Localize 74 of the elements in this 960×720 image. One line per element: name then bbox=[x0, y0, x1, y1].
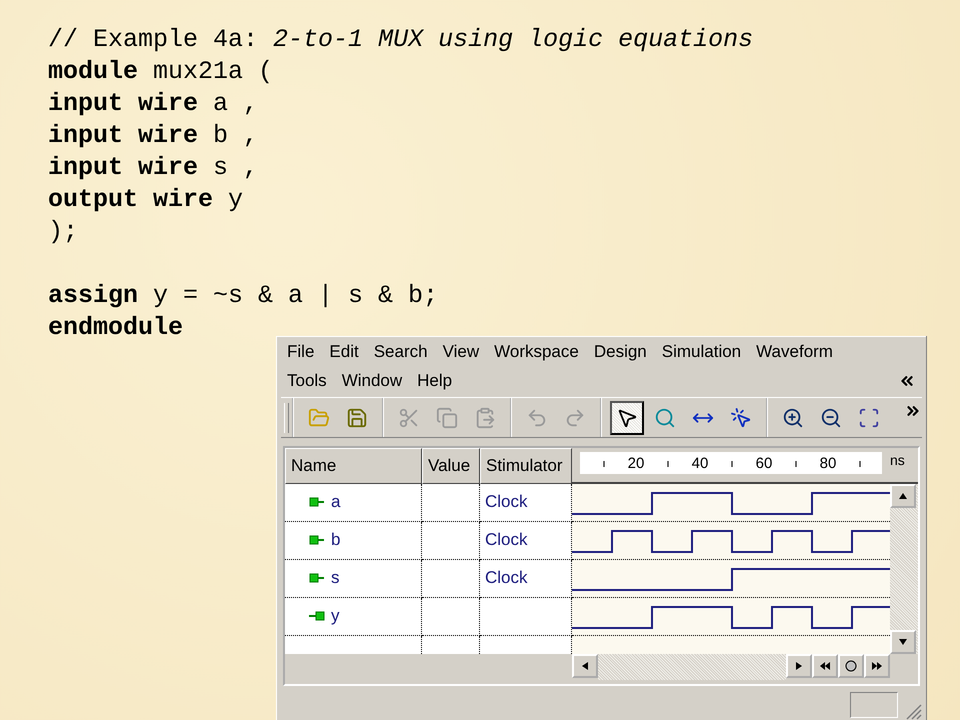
scroll-left-button[interactable] bbox=[572, 654, 598, 678]
tick-label: 20 bbox=[628, 454, 644, 472]
tick-label: 60 bbox=[756, 454, 772, 472]
pointer-icon bbox=[616, 406, 638, 429]
code-line: output wire y bbox=[48, 184, 244, 216]
scroll-down-button[interactable] bbox=[890, 630, 916, 654]
code-line: // Example 4a: 2-to-1 MUX using logic equations bbox=[48, 24, 754, 56]
status-field bbox=[850, 692, 898, 718]
down-arrow-icon bbox=[898, 636, 908, 647]
resize-grip-icon bbox=[904, 702, 922, 720]
signal-label: a bbox=[331, 492, 340, 512]
fast-forward-button[interactable] bbox=[864, 654, 890, 678]
menu-item[interactable]: Workspace bbox=[494, 342, 579, 362]
code-line: ); bbox=[48, 216, 80, 248]
up-arrow-icon bbox=[898, 490, 908, 501]
code-line: endmodule bbox=[48, 312, 184, 344]
output-pin-icon bbox=[309, 611, 325, 622]
clipboard-icon bbox=[474, 406, 496, 429]
menu-item[interactable]: File bbox=[287, 342, 314, 362]
stimulator-label: Clock bbox=[485, 530, 528, 550]
vertical-scrollbar[interactable] bbox=[890, 484, 918, 654]
copy-icon bbox=[436, 406, 458, 429]
menu-item[interactable]: Help bbox=[417, 370, 452, 391]
input-pin-icon bbox=[309, 497, 325, 508]
zoom-fit-icon bbox=[858, 406, 880, 429]
code-line: assign y = ~s & a | s & b; bbox=[48, 280, 440, 312]
column-header[interactable]: Value bbox=[422, 448, 480, 484]
magnifier-icon bbox=[654, 406, 676, 429]
signal-label: y bbox=[331, 606, 340, 626]
scroll-up-button[interactable] bbox=[890, 484, 916, 508]
menu-item[interactable]: Window bbox=[342, 370, 402, 391]
save-icon bbox=[346, 406, 368, 429]
menu-item[interactable]: Waveform bbox=[756, 342, 833, 362]
stimulator-label: Clock bbox=[485, 568, 528, 588]
time-unit: ns bbox=[890, 452, 905, 468]
column-header[interactable]: Name bbox=[285, 448, 422, 484]
horizontal-scrollbar[interactable] bbox=[572, 654, 890, 680]
input-pin-icon bbox=[309, 573, 325, 584]
right-arrow-icon bbox=[794, 660, 804, 671]
stop-button[interactable] bbox=[838, 654, 864, 678]
menu-item[interactable]: Search bbox=[374, 342, 428, 362]
rewind-icon bbox=[820, 660, 830, 671]
folder-icon bbox=[308, 406, 330, 429]
table-cell[interactable]: b bbox=[285, 522, 422, 560]
menu-item[interactable]: Tools bbox=[287, 370, 327, 391]
code-line: input wire b , bbox=[48, 120, 260, 152]
scroll-right-button[interactable] bbox=[786, 654, 812, 678]
column-header[interactable]: Stimulator bbox=[480, 448, 572, 484]
menu-item[interactable]: Simulation bbox=[662, 342, 742, 362]
table-cell[interactable]: a bbox=[285, 484, 422, 522]
menu-item[interactable]: View bbox=[442, 342, 480, 362]
menu-item[interactable]: Edit bbox=[329, 342, 359, 362]
scissors-icon bbox=[398, 406, 420, 429]
stimulator-label: Clock bbox=[485, 492, 528, 512]
signal-label: s bbox=[331, 568, 340, 588]
tick-label: 80 bbox=[820, 454, 836, 472]
zoom-in-icon bbox=[782, 406, 804, 429]
pointer-click-icon bbox=[730, 406, 752, 429]
undo-icon bbox=[526, 406, 548, 429]
toolbar-button[interactable] bbox=[610, 400, 644, 435]
tick-label: 40 bbox=[692, 454, 708, 472]
table-cell[interactable]: s bbox=[285, 560, 422, 598]
redo-icon bbox=[564, 406, 586, 429]
menu-item[interactable]: Design bbox=[594, 342, 647, 362]
code-line: input wire a , bbox=[48, 88, 260, 120]
circle-icon bbox=[845, 660, 857, 672]
code-line: module mux21a ( bbox=[48, 56, 274, 88]
input-pin-icon bbox=[309, 535, 325, 546]
code-line: input wire s , bbox=[48, 152, 260, 184]
fast-forward-icon bbox=[872, 660, 882, 671]
signal-label: b bbox=[331, 530, 340, 550]
rewind-button[interactable] bbox=[812, 654, 838, 678]
zoom-out-icon bbox=[820, 406, 842, 429]
left-arrow-icon bbox=[580, 660, 590, 671]
